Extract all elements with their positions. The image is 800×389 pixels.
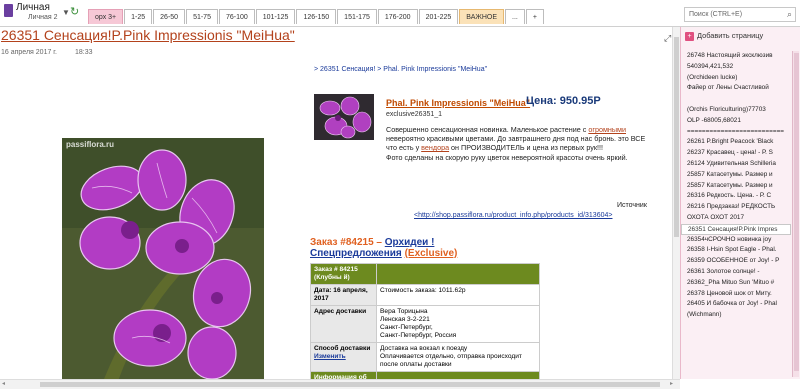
order-row-value: Вера Торицына Ленская 3-2-221 Санкт-Пете… — [376, 305, 540, 343]
page-list: 26748 Настоящий эксклюзив 540394,421,532(… — [681, 51, 791, 377]
page-list-item[interactable]: 25857 Катасетумы. Размер и — [681, 170, 791, 181]
page-time: 18:33 — [75, 49, 93, 56]
sync-icon[interactable]: ↻ — [70, 5, 79, 18]
search-input[interactable]: Поиск (CTRL+E) ⌕ — [684, 7, 796, 22]
scroll-right-icon[interactable]: ▸ — [670, 380, 673, 387]
page-list-item[interactable]: ОХОТА ОХОТ 2017 — [681, 213, 791, 224]
page-date: 16 апреля 2017 г. — [1, 49, 57, 56]
page-list-item[interactable]: 26124 Удивительная Schilleria — [681, 159, 791, 170]
section-tab[interactable]: + — [525, 9, 544, 24]
product-price: Цена: 950.95Р — [526, 95, 601, 107]
page-list-item[interactable]: 26748 Настоящий эксклюзив — [681, 51, 791, 62]
page-title[interactable]: 26351 Сенсация!P.Pink Impressionis "MeiH… — [1, 27, 295, 43]
page-list-item[interactable]: 26405 И бабочка от Joy! - Phal — [681, 299, 791, 310]
page-list-item[interactable]: 26351 Сенсация!P.Pink Impres — [681, 223, 791, 235]
order-row-value — [376, 371, 540, 379]
page-list-item[interactable]: 26378 Ценовой шок от Миту. — [681, 289, 791, 300]
orchid-photo: passiflora.ru — [62, 138, 264, 379]
change-link[interactable]: Изменить — [314, 353, 346, 360]
page-list-item[interactable]: Файер от Лены Счастливой — [681, 83, 791, 94]
page-list-scrollbar[interactable] — [792, 51, 799, 377]
search-icon[interactable]: ⌕ — [787, 9, 792, 19]
section-name: Личная 2 — [28, 14, 58, 21]
product-code: exclusive26351_1 — [386, 111, 443, 118]
product-name[interactable]: Phal. Pink Impressionis "MeiHua" — [386, 98, 530, 108]
order-row-value: Стоимость заказа: 1011.62р — [376, 284, 540, 306]
page-list-panel: + Добавить страницу 26748 Настоящий экскл… — [680, 27, 800, 379]
page-list-item[interactable]: (Wichmann) — [681, 310, 791, 321]
page-list-item[interactable]: 26361 Золотое солнце! - — [681, 267, 791, 278]
scrollbar-thumb[interactable] — [40, 382, 660, 387]
section-tab[interactable]: 126-150 — [296, 9, 337, 24]
order-row-label: Адрес доставки — [310, 305, 377, 343]
page-list-item[interactable]: 540394,421,532 — [681, 62, 791, 73]
section-tab[interactable]: 1-25 — [124, 9, 153, 24]
page-list-item[interactable]: 26261 P.Bright Peacock 'Black — [681, 137, 791, 148]
section-tab[interactable]: ... — [505, 9, 525, 24]
order-table: Заказ # 84215 (Клубны й) Дата: 16 апреля,… — [310, 263, 540, 379]
scrollbar-thumb[interactable] — [794, 53, 799, 371]
page-list-item[interactable]: 26359 ОСОБЕННОЕ от Joy! - Р — [681, 256, 791, 267]
orchids-link[interactable]: Орхидеи ! — [385, 237, 435, 248]
order-row-label: Информация об оплате — [310, 371, 377, 379]
order-row-label: Заказ # 84215 (Клубны й) — [310, 263, 377, 285]
expand-icon[interactable]: ⤢ — [664, 33, 671, 44]
section-tab[interactable]: 76-100 — [218, 9, 255, 24]
page-list-item[interactable]: (Orchideen lucke) — [681, 73, 791, 84]
order-title: Заказ #84215 – Орхидеи ! Спецпредложения… — [310, 237, 458, 259]
section-tab[interactable]: 101-125 — [255, 9, 296, 24]
source-label: Источник — [617, 202, 647, 209]
section-tabs: орх 3+ 1-25 26-50 51-75 76-100 101-125 126-150… — [88, 9, 545, 25]
section-tab[interactable]: 201-225 — [418, 9, 459, 24]
section-tab[interactable]: 151-175 — [337, 9, 377, 24]
page-list-item[interactable]: 25857 Катасетумы. Размер и — [681, 181, 791, 192]
page-list-item[interactable]: 26358 I-Hsin Spot Eagle - Phal. — [681, 245, 791, 256]
special-offers-link[interactable]: Спецпредложения — [310, 248, 402, 259]
page-list-item[interactable]: 26237 Красавец - цена! - Р. S — [681, 148, 791, 159]
page-content: 26351 Сенсация!P.Pink Impressionis "MeiH… — [0, 27, 672, 379]
scrollbar-thumb[interactable] — [674, 37, 679, 237]
page-list-item[interactable]: OLP -68005,68021 — [681, 116, 791, 127]
watermark: passiflora.ru — [66, 140, 115, 149]
order-row-label: Дата: 16 апреля, 2017 — [310, 284, 377, 306]
product-description: Совершенно сенсационная новинка. Маленьк… — [386, 125, 646, 162]
add-page-button[interactable]: + Добавить страницу — [685, 28, 763, 44]
search-placeholder: Поиск (CTRL+E) — [689, 11, 743, 18]
top-bar: Личная Личная 2 ▼ ↻ орх 3+ 1-25 26-50 51-75… — [0, 0, 800, 27]
order-row-value — [376, 263, 540, 285]
section-tab[interactable]: орх 3+ — [88, 9, 124, 24]
breadcrumb[interactable]: > 26351 Сенсация! > Phal. Pink Impressio… — [314, 66, 487, 73]
page-list-item[interactable]: ========================== — [681, 127, 791, 138]
page-list-item[interactable]: 26362_Pha Mituo Sun 'Mituo # — [681, 278, 791, 289]
page-scrollbar[interactable] — [672, 27, 680, 379]
notebook-icon — [4, 4, 13, 17]
section-tab[interactable]: 26-50 — [153, 9, 186, 24]
section-tab[interactable]: 176-200 — [377, 9, 418, 24]
product-thumbnail[interactable] — [314, 94, 374, 140]
plus-icon: + — [685, 32, 694, 41]
page-list-item[interactable] — [681, 94, 791, 105]
order-row-value: Доставка на вокзал к поезду Оплачивается… — [376, 342, 540, 372]
scroll-left-icon[interactable]: ◂ — [2, 380, 5, 387]
exclusive-link[interactable]: (Exclusive) — [405, 248, 458, 259]
chevron-down-icon[interactable]: ▼ — [62, 8, 70, 17]
source-link[interactable]: <http://shop.passiflora.ru/product_info.… — [414, 212, 612, 219]
order-row-label: Способ доставки Изменить — [310, 342, 377, 372]
page-list-item[interactable]: 26354чСРОЧНО новинка joy — [681, 235, 791, 246]
horizontal-scrollbar[interactable]: ◂ ▸ — [0, 379, 680, 389]
section-tab[interactable]: ВАЖНОЕ — [459, 9, 505, 24]
page-list-item[interactable]: (Orchis Floriculturing)77703 — [681, 105, 791, 116]
page-list-item[interactable]: 26316 Редкость. Цена. - Р. С — [681, 191, 791, 202]
page-list-item[interactable]: 26216 Предзаказ! РЕДКОСТЬ — [681, 202, 791, 213]
notebook-name: Личная — [16, 2, 50, 13]
section-tab[interactable]: 51-75 — [186, 9, 218, 24]
